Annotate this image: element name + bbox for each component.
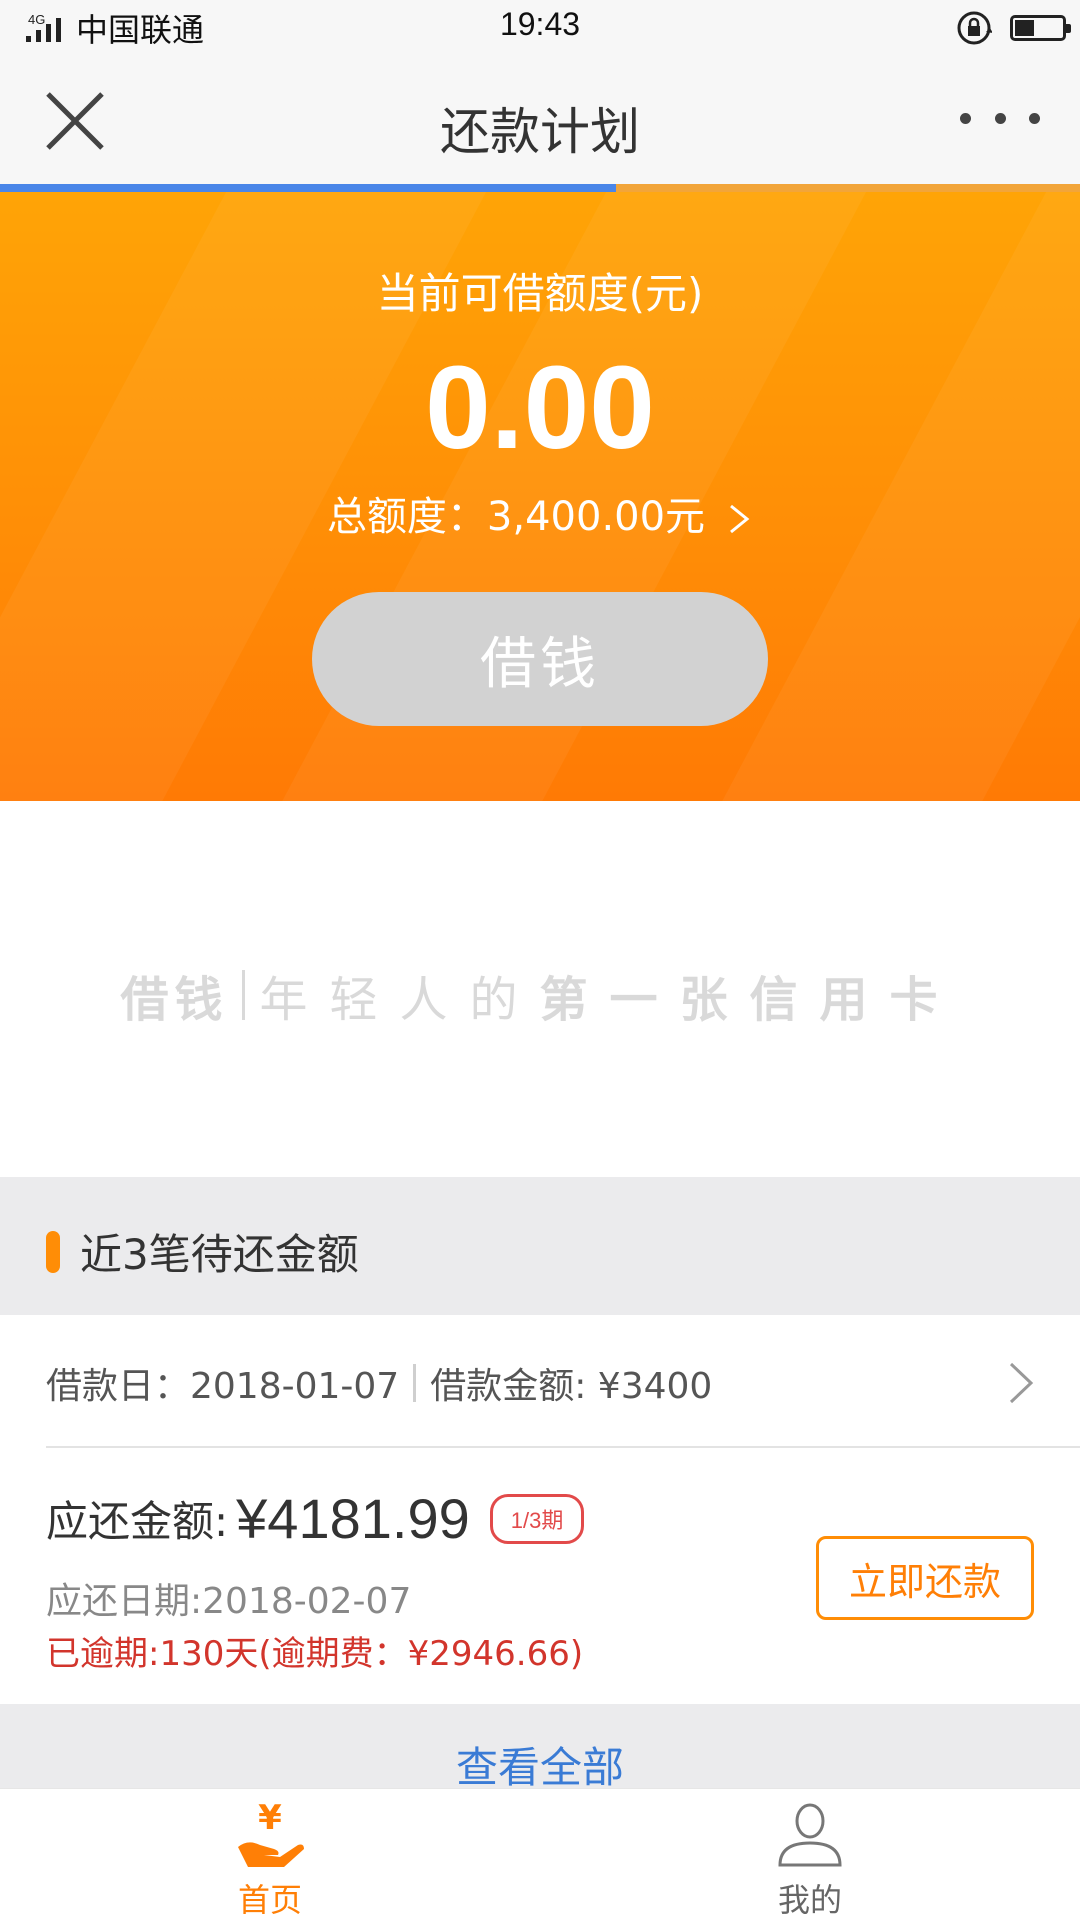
period-badge: 1/3期 (489, 1493, 585, 1544)
battery-icon (1010, 15, 1071, 41)
status-bar: 4G 中国联通 19:43 (0, 0, 1080, 56)
yen-hand-icon: ¥ (238, 1798, 304, 1867)
chevron-right-icon (1009, 1362, 1034, 1404)
slogan-divider (242, 970, 246, 1020)
page-title: 还款计划 (440, 103, 640, 161)
credit-hero: 当前可借额度(元) 0.00 总额度：3,400.00元 借钱 (0, 192, 1080, 801)
repayment-amount-label: 应还金额: (46, 1497, 229, 1546)
status-right (956, 10, 1071, 46)
loan-info: 借款日：2018-01-07 借款金额: ¥3400 (46, 1357, 712, 1409)
available-credit-amount: 0.00 (425, 342, 655, 474)
available-credit-label: 当前可借额度(元) (376, 269, 704, 318)
slogan-banner: 借钱 年轻人的 第一张信用卡 (0, 960, 1080, 1030)
repay-now-button[interactable]: 立即还款 (816, 1536, 1034, 1620)
tab-home-label: 首页 (237, 1881, 302, 1919)
user-icon (778, 1803, 842, 1867)
tab-mine[interactable]: 我的 (540, 1789, 1080, 1920)
loan-amount: 借款金额: ¥3400 (430, 1366, 713, 1407)
page-load-progress-fill (0, 184, 616, 192)
loan-divider (413, 1364, 417, 1402)
section-header: 近3笔待还金额 (0, 1177, 1080, 1315)
total-credit-text: 总额度：3,400.00元 (326, 494, 706, 540)
repayment-item: 应还金额: ¥4181.99 1/3期 应还日期:2018-02-07 已逾期:… (0, 1448, 1080, 1704)
clock: 19:43 (499, 6, 581, 42)
repayment-amount-line: 应还金额: ¥4181.99 1/3期 (46, 1486, 585, 1551)
repayment-amount-value: ¥4181.99 (236, 1487, 470, 1550)
section-title: 近3笔待还金额 (80, 1230, 359, 1279)
view-all-link[interactable]: 查看全部 (0, 1734, 1080, 1795)
slogan-part1: 年轻人的 (259, 972, 540, 1028)
tab-home[interactable]: ¥ 首页 (0, 1789, 540, 1920)
more-dots-icon[interactable] (960, 98, 1040, 138)
borrow-button[interactable]: 借钱 (312, 592, 768, 726)
view-all-bar: 查看全部 (0, 1704, 1080, 1792)
overdue-notice: 已逾期:130天(逾期费：¥2946.66) (46, 1634, 584, 1674)
svg-text:¥: ¥ (258, 1798, 282, 1838)
section-marker (46, 1231, 60, 1273)
tab-bar: ¥ 首页 我的 (0, 1788, 1080, 1920)
loan-summary-row[interactable]: 借款日：2018-01-07 借款金额: ¥3400 (0, 1315, 1080, 1447)
tab-mine-label: 我的 (777, 1881, 842, 1919)
slogan-part2: 第一张信用卡 (539, 972, 960, 1028)
due-date: 应还日期:2018-02-07 (46, 1581, 412, 1622)
page-load-progress (0, 184, 1080, 192)
nav-bar: 还款计划 (0, 56, 1080, 184)
chevron-right-icon (730, 504, 750, 534)
loan-date: 借款日：2018-01-07 (46, 1366, 400, 1407)
rotation-lock-icon (957, 11, 992, 45)
total-credit-link[interactable]: 总额度：3,400.00元 (0, 484, 1080, 542)
slogan-lead: 借钱 (120, 972, 229, 1028)
